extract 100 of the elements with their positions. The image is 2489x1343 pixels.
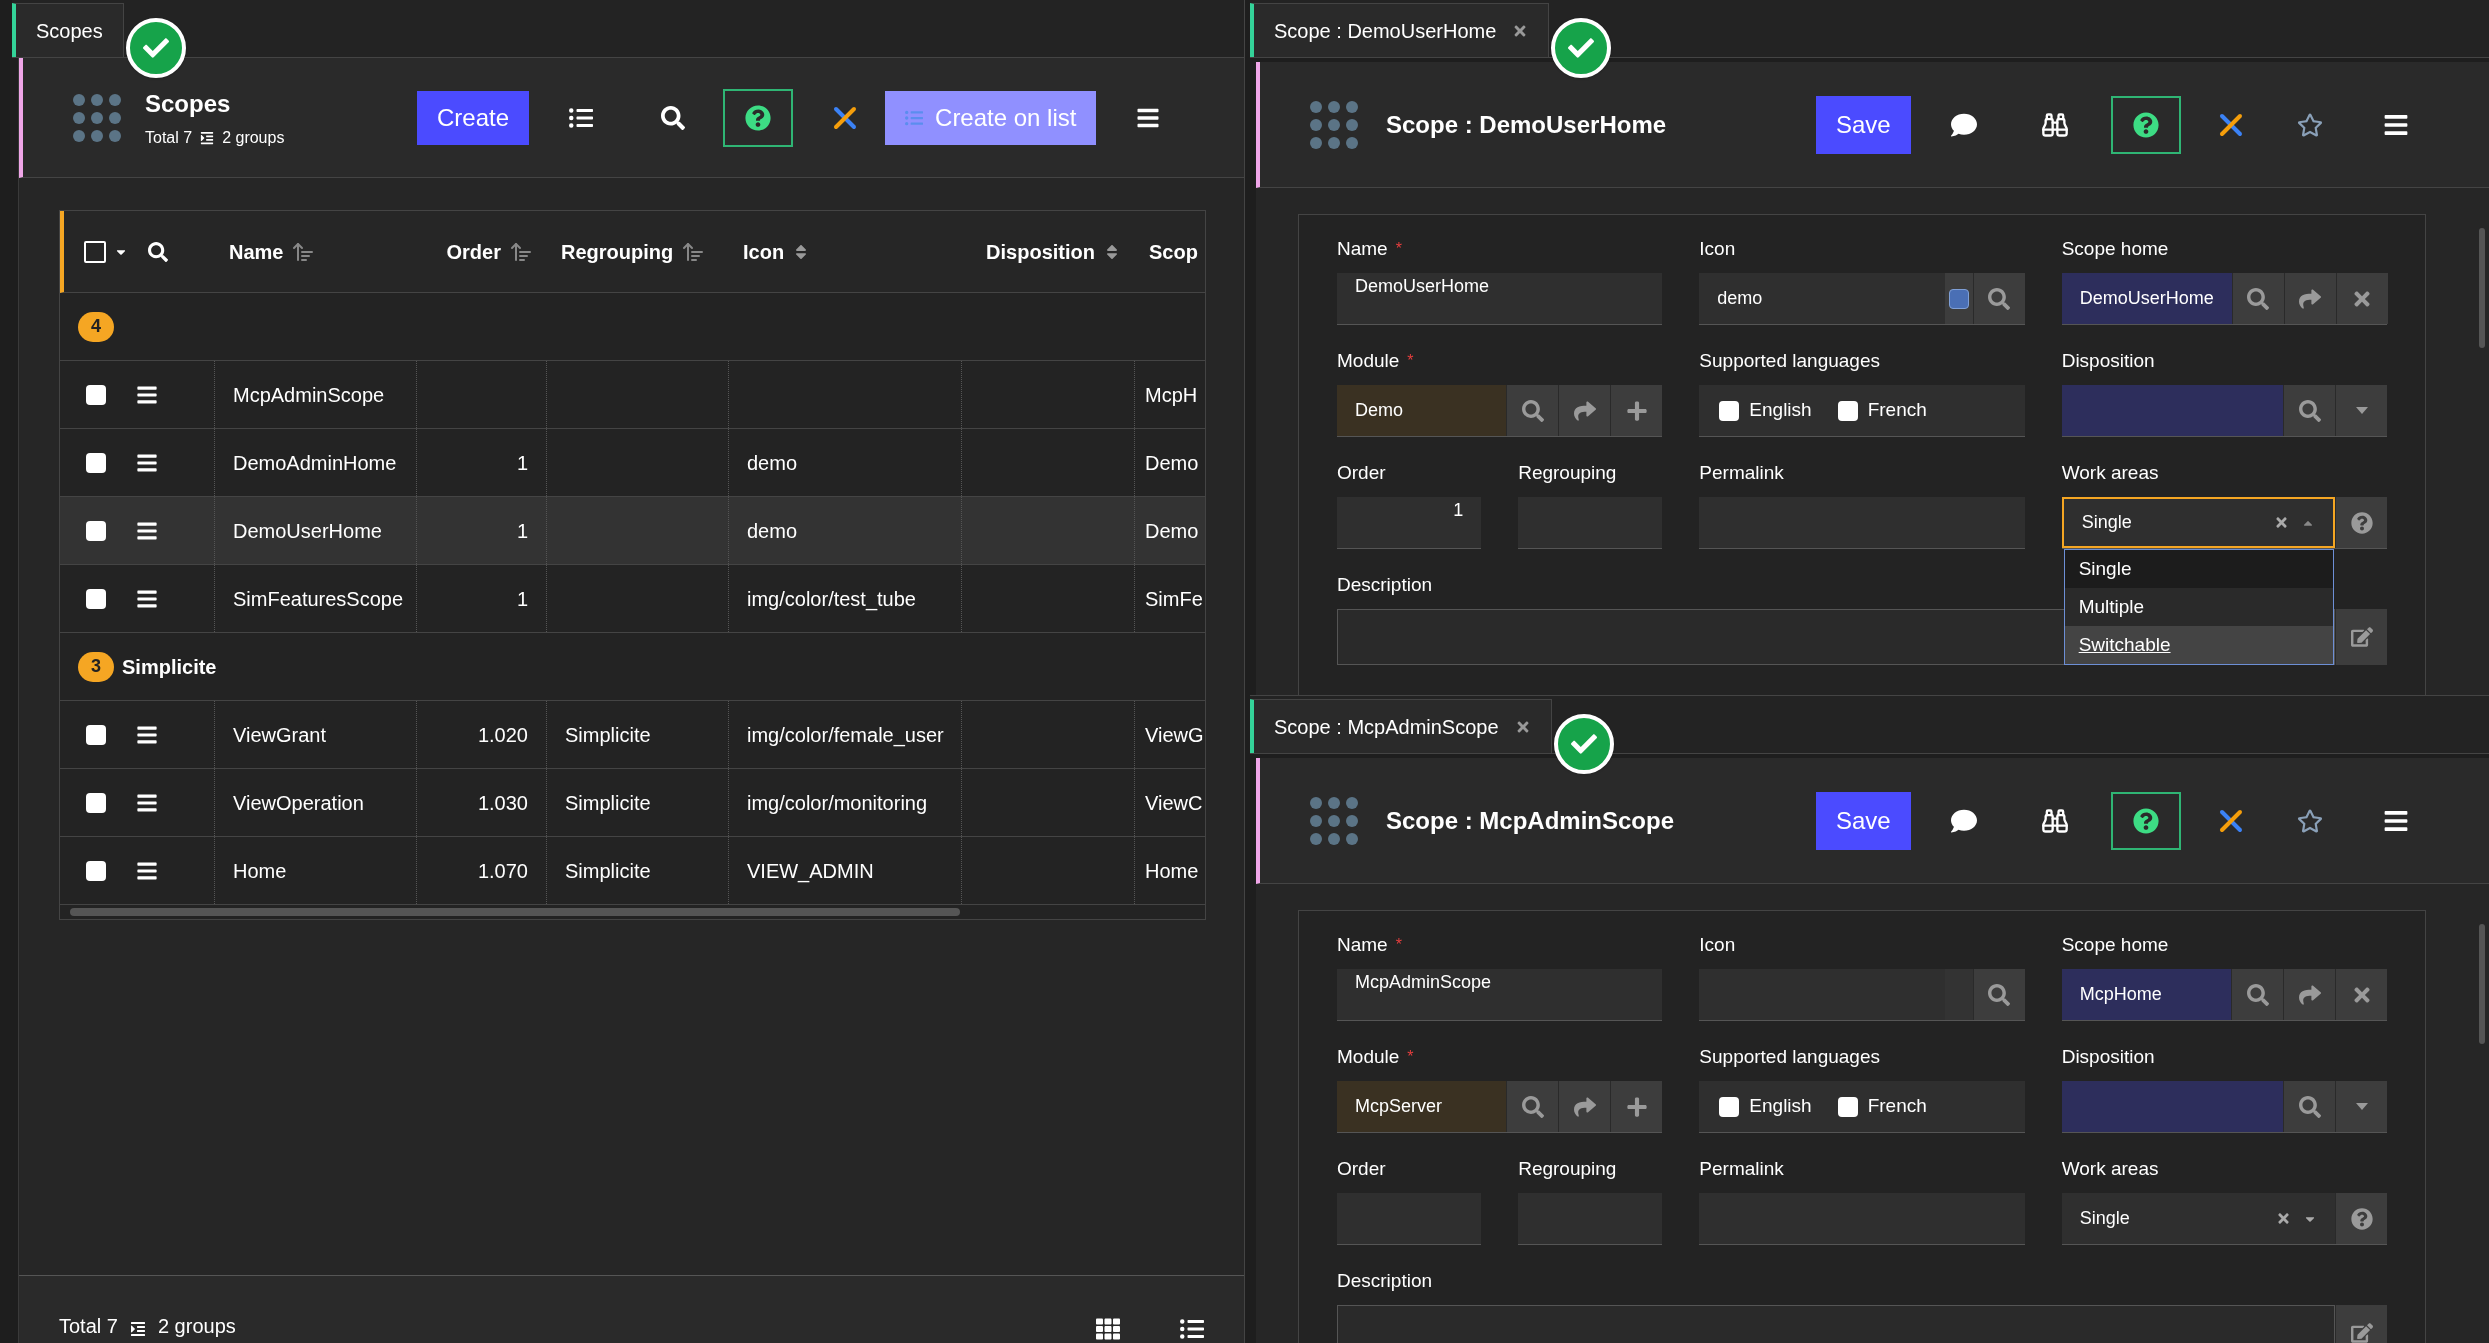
search-button[interactable] — [2283, 1081, 2335, 1132]
help-button[interactable] — [2110, 791, 2181, 850]
icon-field[interactable] — [1699, 969, 1945, 1020]
column-header[interactable]: Icon — [743, 236, 785, 267]
comment-icon[interactable] — [1950, 111, 1977, 138]
lookup-field[interactable] — [2061, 385, 2283, 436]
text-field[interactable] — [1518, 497, 1663, 549]
open-button[interactable] — [2283, 969, 2335, 1020]
list-icon[interactable] — [569, 105, 594, 130]
text-field[interactable] — [1699, 497, 2025, 549]
row-checkbox[interactable] — [86, 520, 106, 541]
add-button[interactable] — [1610, 385, 1663, 436]
text-field[interactable]: DemoUserHome — [1337, 273, 1663, 325]
row-checkbox[interactable] — [86, 724, 106, 745]
star-icon[interactable] — [2296, 807, 2323, 834]
table-cell-text: McpAdminScope — [233, 382, 385, 408]
help-button[interactable] — [2110, 95, 2181, 154]
vertical-scrollbar[interactable] — [2479, 228, 2485, 348]
text-field[interactable] — [1699, 1193, 2025, 1245]
select-field[interactable]: Single — [2061, 497, 2335, 548]
module-field[interactable]: McpServer — [1337, 1081, 1507, 1132]
checkbox[interactable] — [1719, 400, 1740, 421]
save-button[interactable]: Save — [1816, 95, 1911, 154]
help-button[interactable] — [2335, 1193, 2387, 1244]
panel-tab[interactable]: Scopes — [12, 3, 124, 57]
link-field[interactable]: DemoUserHome — [2061, 273, 2232, 324]
search-button[interactable] — [2231, 969, 2283, 1020]
plus-icon — [1625, 1095, 1648, 1118]
search-icon[interactable] — [148, 241, 168, 262]
add-button[interactable] — [1610, 1081, 1663, 1132]
table-row[interactable]: DemoUserHome 1 demo Demo — [60, 497, 1205, 565]
column-header[interactable]: Name — [229, 236, 284, 267]
row-checkbox[interactable] — [86, 384, 106, 405]
module-field[interactable]: Demo — [1337, 385, 1507, 436]
edit-button[interactable] — [2335, 609, 2387, 665]
search-button[interactable] — [1972, 969, 2025, 1020]
table-row[interactable]: SimFeaturesScope 1 img/color/test_tube SimFe — [60, 565, 1205, 633]
vertical-scrollbar[interactable] — [2479, 924, 2485, 1044]
column-header[interactable]: Regrouping — [561, 236, 674, 267]
table-row[interactable]: ViewGrant 1.020 Simplicite img/color/female_user ViewG — [60, 701, 1205, 769]
row-checkbox[interactable] — [86, 588, 106, 609]
row-checkbox[interactable] — [86, 860, 106, 881]
table-row[interactable]: DemoAdminHome 1 demo Demo — [60, 429, 1205, 497]
checkbox[interactable] — [1719, 1096, 1740, 1117]
table-row[interactable]: McpAdminScope McpH — [60, 361, 1205, 429]
help-button[interactable] — [723, 88, 794, 147]
lookup-field[interactable] — [2061, 1081, 2283, 1132]
link-field[interactable]: McpHome — [2061, 969, 2231, 1020]
edit-icon — [2350, 626, 2373, 648]
help-button[interactable] — [2335, 497, 2387, 548]
comment-icon[interactable] — [1950, 807, 1977, 834]
search-icon — [2298, 1095, 2321, 1118]
search-button[interactable] — [1506, 385, 1559, 436]
crossed-tools-icon[interactable] — [833, 105, 858, 130]
crossed-tools-icon[interactable] — [2218, 808, 2243, 833]
select-field[interactable]: Single — [2061, 1193, 2335, 1244]
table-row[interactable]: Home 1.070 Simplicite VIEW_ADMIN Home — [60, 837, 1205, 905]
panel-tab[interactable]: Scope : McpAdminScope — [1250, 699, 1552, 753]
star-icon[interactable] — [2296, 111, 2323, 138]
crossed-tools-icon[interactable] — [2218, 112, 2243, 137]
search-icon — [2246, 983, 2269, 1006]
search-button[interactable] — [2283, 385, 2335, 436]
panel-tab[interactable]: Scope : DemoUserHome — [1250, 3, 1550, 57]
column-header[interactable]: Order — [446, 236, 501, 267]
dropdown-option[interactable]: Switchable — [2064, 626, 2333, 664]
save-button[interactable]: Save — [1816, 791, 1911, 850]
clear-icon[interactable] — [2274, 515, 2289, 530]
search-button[interactable] — [1972, 273, 2025, 324]
text-field[interactable] — [1337, 1193, 1482, 1245]
open-button[interactable] — [2283, 273, 2336, 324]
checkbox[interactable] — [1837, 1096, 1858, 1117]
list-view-icon[interactable] — [1180, 1317, 1204, 1341]
open-button[interactable] — [1558, 385, 1611, 436]
clear-button[interactable] — [2335, 273, 2388, 324]
checkbox-label: English — [1749, 1094, 1812, 1119]
clear-icon[interactable] — [2276, 1211, 2291, 1226]
search-button[interactable] — [2231, 273, 2284, 324]
column-header[interactable]: Scop — [1149, 236, 1198, 267]
column-header[interactable]: Disposition — [986, 236, 1095, 267]
row-checkbox[interactable] — [86, 452, 106, 473]
checkbox[interactable] — [1837, 400, 1858, 421]
horizontal-scrollbar[interactable] — [70, 908, 960, 916]
open-button[interactable] — [1558, 1081, 1611, 1132]
text-field[interactable] — [1518, 1193, 1663, 1245]
dropdown-option[interactable]: Single — [2064, 550, 2333, 588]
binoculars-icon[interactable] — [2040, 110, 2069, 139]
icon-field[interactable]: demo — [1699, 273, 1945, 324]
text-field[interactable]: 1 — [1337, 497, 1482, 549]
select-all-checkbox[interactable] — [84, 240, 106, 263]
table-cell-text: img/color/monitoring — [747, 790, 928, 816]
table-row[interactable]: ViewOperation 1.030 Simplicite img/color/monitoring ViewC — [60, 769, 1205, 837]
row-checkbox[interactable] — [86, 792, 106, 813]
binoculars-icon[interactable] — [2040, 806, 2069, 835]
create-button[interactable]: Create — [417, 90, 530, 145]
grid-view-icon[interactable] — [1096, 1317, 1120, 1341]
search-icon[interactable] — [661, 105, 686, 130]
text-field[interactable]: McpAdminScope — [1337, 969, 1663, 1021]
clear-button[interactable] — [2335, 969, 2387, 1020]
search-button[interactable] — [1506, 1081, 1559, 1132]
group-label: Simplicite — [122, 654, 217, 680]
